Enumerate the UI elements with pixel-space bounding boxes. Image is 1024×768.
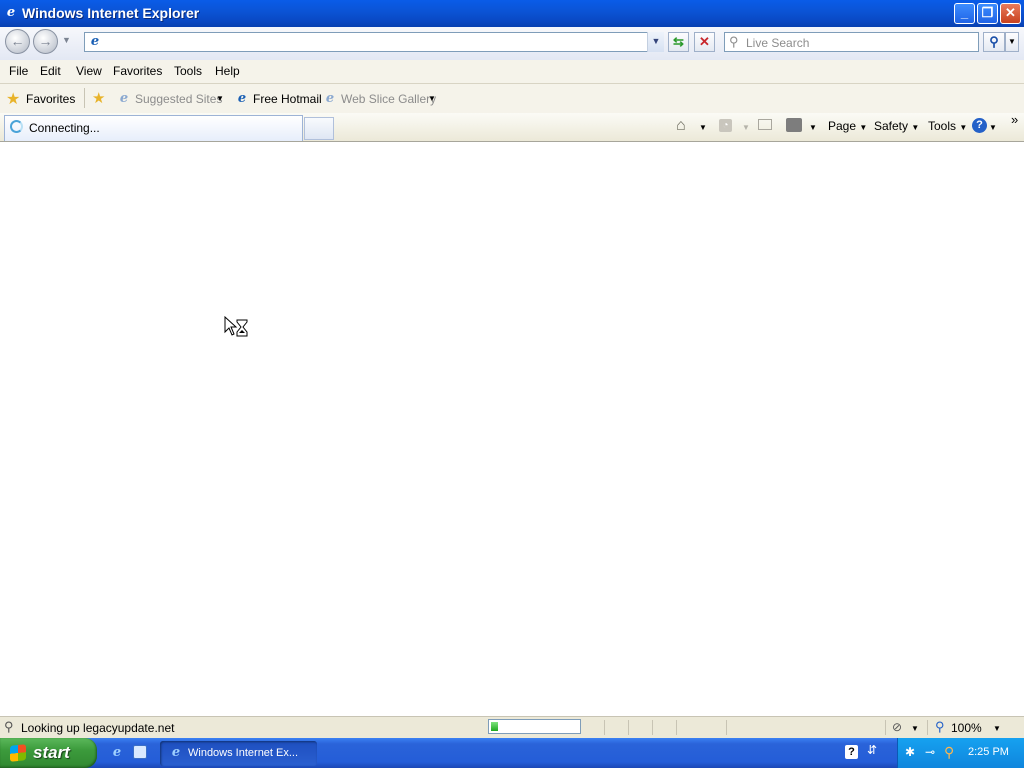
add-to-favorites-icon[interactable]: ★ xyxy=(92,89,105,107)
home-icon[interactable]: ⌂ xyxy=(676,117,686,135)
tools-menu-button[interactable]: Tools ▼ xyxy=(928,119,967,133)
free-hotmail-icon: e xyxy=(237,91,247,106)
status-divider xyxy=(927,720,928,735)
taskbar-ie-label: Windows Internet Ex... xyxy=(188,747,299,759)
page-menu-button[interactable]: Page ▼ xyxy=(828,119,867,133)
menu-favorites[interactable]: Favorites xyxy=(113,64,162,78)
feeds-icon[interactable]: ◔ xyxy=(719,119,732,132)
status-divider xyxy=(652,720,653,735)
status-divider xyxy=(628,720,629,735)
window-title: Windows Internet Explorer xyxy=(22,5,200,21)
tools-dropdown-icon: ▼ xyxy=(959,123,968,132)
free-hotmail-link[interactable]: Free Hotmail xyxy=(253,92,322,106)
restore-button[interactable]: ❐ xyxy=(977,3,998,24)
page-menu-label: Page xyxy=(828,119,857,133)
back-arrow-icon: ← xyxy=(10,33,25,49)
busy-cursor-icon xyxy=(224,316,248,337)
new-tab-button[interactable] xyxy=(304,117,334,140)
quick-launch-ie-icon[interactable]: e xyxy=(110,746,124,760)
zoom-level[interactable]: 100% xyxy=(951,721,982,735)
start-label: start xyxy=(33,743,70,762)
search-field-icon: ⚲ xyxy=(729,34,739,49)
safety-dropdown-icon: ▼ xyxy=(911,123,920,132)
quick-launch-email-icon[interactable] xyxy=(133,745,147,759)
progress-bar xyxy=(488,719,581,734)
clock: 2:25 PM xyxy=(968,746,1009,758)
zoom-icon: ⚲ xyxy=(935,719,945,734)
network-tray-icon[interactable]: ⇵ xyxy=(867,743,877,757)
suggested-sites-dropdown-icon[interactable]: ▼ xyxy=(216,94,224,103)
suggested-sites-icon: e xyxy=(119,91,129,106)
windows-logo-icon xyxy=(10,744,26,762)
stop-button[interactable]: ✕ xyxy=(694,32,715,52)
read-mail-icon[interactable] xyxy=(758,119,772,130)
taskbar-ie-icon: e xyxy=(171,745,181,760)
favorites-button[interactable]: Favorites xyxy=(26,92,75,106)
suggested-sites-link[interactable]: Suggested Sites xyxy=(135,92,222,106)
loading-spinner-icon xyxy=(10,120,23,133)
forward-button[interactable]: → xyxy=(33,29,58,54)
tab-title: Connecting... xyxy=(29,121,100,135)
divider xyxy=(84,88,85,108)
help-icon[interactable]: ? xyxy=(972,118,987,133)
menu-edit[interactable]: Edit xyxy=(40,64,61,78)
search-options-button[interactable]: ▼ xyxy=(1005,32,1019,52)
menu-help[interactable]: Help xyxy=(215,64,240,78)
web-slice-gallery-link[interactable]: Web Slice Gallery xyxy=(341,92,436,106)
minimize-button[interactable]: _ xyxy=(954,3,975,24)
help-dropdown-icon[interactable]: ▼ xyxy=(989,123,997,132)
favorites-star-icon: ★ xyxy=(6,91,21,108)
search-button[interactable]: ⚲ xyxy=(983,32,1005,52)
web-slice-gallery-icon: e xyxy=(325,91,335,106)
feeds-dropdown-icon[interactable]: ▼ xyxy=(742,123,750,132)
status-text: Looking up legacyupdate.net xyxy=(21,721,175,735)
lookup-icon: ⚲ xyxy=(4,719,14,734)
close-button[interactable]: ✕ xyxy=(1000,3,1021,24)
more-commands-chevron-icon[interactable]: » xyxy=(1011,112,1018,127)
progress-fill xyxy=(491,722,498,731)
sync-tray-icon[interactable]: ✱ xyxy=(905,745,915,759)
search-tray-icon[interactable]: ⚲ xyxy=(944,744,954,761)
address-bar[interactable] xyxy=(84,32,663,52)
refresh-button[interactable]: ⇆ xyxy=(668,32,689,52)
status-divider xyxy=(885,720,886,735)
safety-menu-button[interactable]: Safety ▼ xyxy=(874,119,919,133)
address-dropdown-button[interactable]: ▼ xyxy=(647,32,664,52)
print-icon[interactable] xyxy=(786,118,802,132)
connection-tray-icon[interactable]: ⊸ xyxy=(925,745,935,759)
menu-tools[interactable]: Tools xyxy=(174,64,202,78)
print-dropdown-icon[interactable]: ▼ xyxy=(809,123,817,132)
safety-menu-label: Safety xyxy=(874,119,909,133)
help-tray-icon[interactable]: ? xyxy=(845,745,858,759)
status-divider xyxy=(604,720,605,735)
page-content[interactable] xyxy=(0,142,1024,716)
home-dropdown-icon[interactable]: ▼ xyxy=(699,123,707,132)
status-divider xyxy=(726,720,727,735)
menu-view[interactable]: View xyxy=(76,64,102,78)
protected-mode-icon[interactable]: ⊘ xyxy=(892,720,902,734)
tools-menu-label: Tools xyxy=(928,119,957,133)
menu-file[interactable]: File xyxy=(9,64,28,78)
web-slice-dropdown-icon[interactable]: ▼ xyxy=(428,94,436,103)
back-button[interactable]: ← xyxy=(5,29,30,54)
forward-arrow-icon: → xyxy=(38,33,53,49)
page-icon: e xyxy=(90,34,100,49)
ie-logo-icon: e xyxy=(6,5,16,20)
zoom-dropdown-icon[interactable]: ▼ xyxy=(993,724,1001,733)
recent-pages-dropdown-icon[interactable]: ▼ xyxy=(62,35,71,45)
search-icon: ⚲ xyxy=(989,34,999,49)
page-dropdown-icon: ▼ xyxy=(859,123,868,132)
search-placeholder[interactable]: Live Search xyxy=(746,36,809,50)
protected-mode-dropdown-icon[interactable]: ▼ xyxy=(911,724,919,733)
stop-icon: ✕ xyxy=(699,34,710,49)
refresh-icon: ⇆ xyxy=(673,34,684,49)
status-divider xyxy=(676,720,677,735)
